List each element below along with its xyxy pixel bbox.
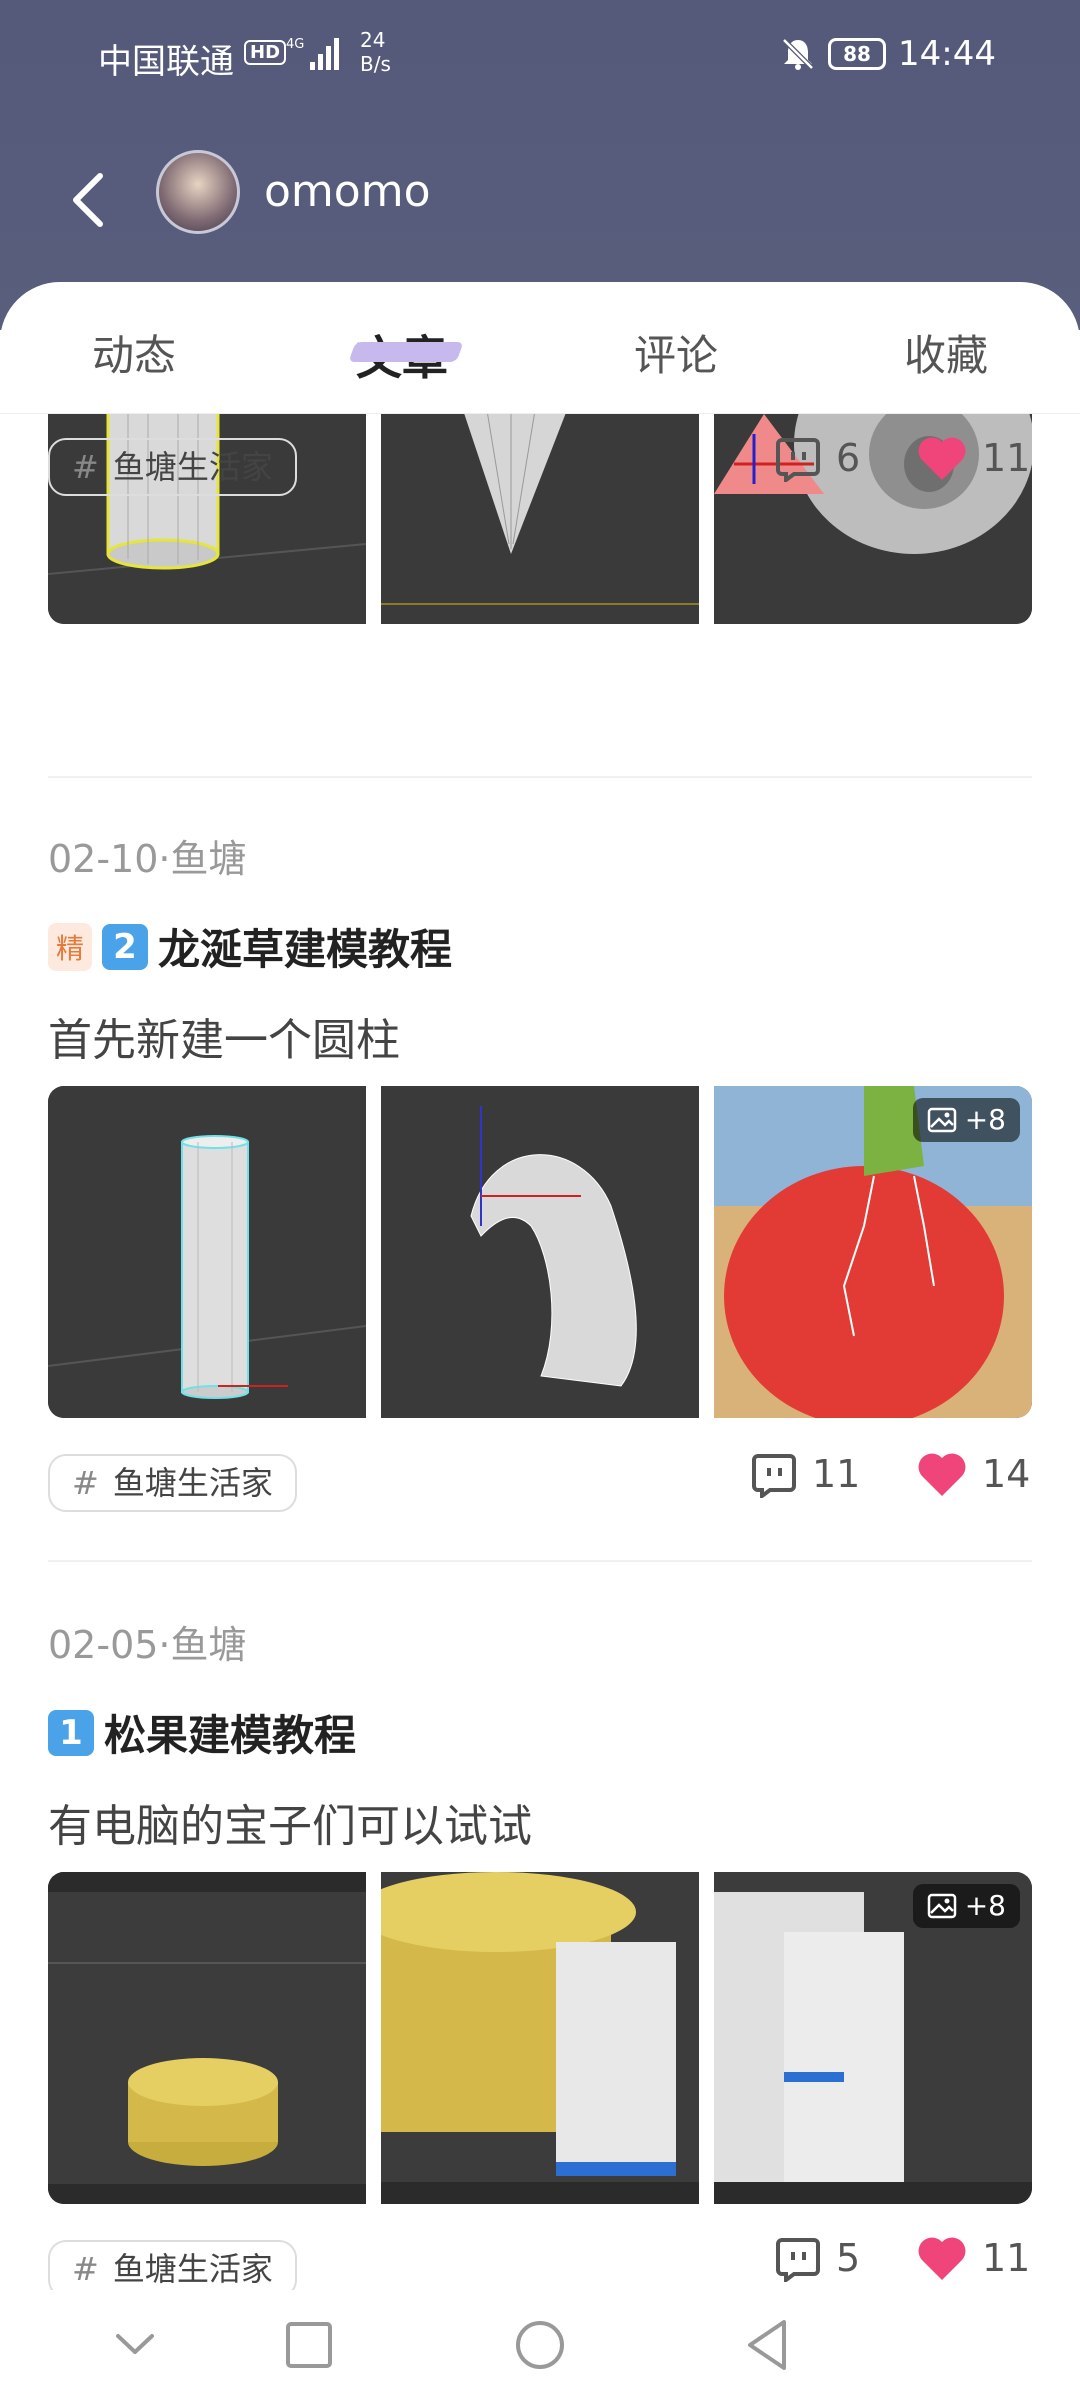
hd-badge: HD xyxy=(244,40,287,65)
comment-icon xyxy=(776,438,820,482)
post-title-text: 龙涎草建模教程 xyxy=(158,925,453,974)
post-meta: 02-05·鱼塘 xyxy=(48,1614,247,1669)
featured-badge: 精 xyxy=(48,922,93,971)
clock: 14:44 xyxy=(898,34,996,74)
article-feed: # 鱼塘生活家 6 11 02-10·鱼塘 精 2 龙涎草建模教程 首先新建一个圆… xyxy=(0,414,1080,2290)
hash-icon: # xyxy=(72,448,99,486)
post-title[interactable]: 1 松果建模教程 xyxy=(48,1702,356,1763)
image-icon xyxy=(927,1107,956,1133)
heart-icon xyxy=(918,2237,966,2280)
post-excerpt[interactable]: 首先新建一个圆柱 xyxy=(48,1004,400,1068)
more-images-badge: +8 xyxy=(912,1098,1020,1142)
speed-unit: B/s xyxy=(360,52,391,76)
meta-separator: · xyxy=(158,837,171,881)
post-image[interactable]: +8 xyxy=(714,1872,1032,2204)
comment-count-value: 11 xyxy=(812,1452,861,1496)
post-title[interactable]: 精 2 龙涎草建模教程 xyxy=(48,916,452,977)
topic-tag[interactable]: # 鱼塘生活家 xyxy=(48,438,297,496)
tab-favorites[interactable]: 收藏 xyxy=(904,322,988,383)
home-icon[interactable] xyxy=(505,2310,575,2380)
post-image[interactable] xyxy=(381,1086,699,1418)
comment-count[interactable]: 5 xyxy=(774,2234,860,2282)
tag-label: 鱼塘生活家 xyxy=(112,1464,273,1502)
status-bar: 中国联通 HD 4G 24 B/s 88 14:44 xyxy=(0,0,1080,110)
chevron-down-icon[interactable] xyxy=(100,2310,170,2380)
comment-count-value: 5 xyxy=(836,2236,861,2280)
tag-label: 鱼塘生活家 xyxy=(112,448,273,486)
post-title-text: 松果建模教程 xyxy=(104,1711,357,1760)
topic-tag[interactable]: # 鱼塘生活家 xyxy=(48,1454,297,1512)
tab-bar: 动态 文章 评论 收藏 xyxy=(0,282,1080,414)
recent-apps-icon[interactable] xyxy=(274,2310,344,2380)
more-images-badge: +8 xyxy=(912,1884,1020,1928)
number-emoji: 2 xyxy=(102,923,149,970)
like-count-value: 14 xyxy=(982,1452,1031,1496)
battery-indicator: 88 xyxy=(828,38,886,70)
post-images[interactable]: +8 xyxy=(48,1086,1032,1418)
mute-bell-icon xyxy=(782,38,814,70)
post-image[interactable] xyxy=(381,414,699,624)
post-divider xyxy=(48,776,1032,778)
signal-icon: 4G xyxy=(286,37,339,70)
post-meta: 02-10·鱼塘 xyxy=(48,828,247,883)
number-emoji: 1 xyxy=(48,1709,94,1756)
tab-dynamics[interactable]: 动态 xyxy=(92,322,176,383)
comment-icon xyxy=(752,1454,796,1498)
back-icon[interactable] xyxy=(734,2310,804,2380)
heart-icon xyxy=(918,1453,966,1496)
post-images[interactable]: +8 xyxy=(48,1872,1032,2204)
network-label: 4G xyxy=(286,37,304,52)
topic-tag[interactable]: # 鱼塘生活家 xyxy=(48,2240,297,2290)
comment-count[interactable]: 6 xyxy=(774,434,860,482)
system-nav-bar xyxy=(0,2290,1080,2400)
profile-nav: omomo xyxy=(0,150,1080,250)
like-count-value: 11 xyxy=(982,436,1031,480)
active-tab-indicator xyxy=(348,342,464,362)
post-image[interactable] xyxy=(381,1872,699,2204)
comment-icon xyxy=(776,2238,820,2282)
post-image[interactable] xyxy=(48,1086,366,1418)
back-arrow-icon[interactable] xyxy=(62,168,118,232)
like-count[interactable]: 14 xyxy=(916,1450,1030,1498)
hash-icon: # xyxy=(72,2250,99,2288)
comment-count-value: 6 xyxy=(836,436,861,480)
more-images-count: +8 xyxy=(964,1103,1006,1136)
network-speed: 24 B/s xyxy=(360,28,391,76)
carrier-label: 中国联通 xyxy=(98,42,234,82)
post-divider xyxy=(48,1560,1032,1562)
tag-label: 鱼塘生活家 xyxy=(112,2250,273,2288)
post-category: 鱼塘 xyxy=(170,1623,247,1667)
hash-icon: # xyxy=(72,1464,99,1502)
post-image[interactable]: +8 xyxy=(714,1086,1032,1418)
tab-comments[interactable]: 评论 xyxy=(634,322,718,383)
post-image[interactable] xyxy=(48,1872,366,2204)
avatar[interactable] xyxy=(156,150,240,234)
like-count[interactable]: 11 xyxy=(916,434,1030,482)
like-count-value: 11 xyxy=(982,2236,1031,2280)
image-icon xyxy=(927,1893,956,1919)
post-date: 02-10 xyxy=(48,837,159,881)
comment-count[interactable]: 11 xyxy=(750,1450,860,1498)
like-count[interactable]: 11 xyxy=(916,2234,1030,2282)
post-category: 鱼塘 xyxy=(170,837,247,881)
more-images-count: +8 xyxy=(964,1889,1006,1922)
username[interactable]: omomo xyxy=(264,166,430,217)
post-date: 02-05 xyxy=(48,1623,159,1667)
heart-icon xyxy=(918,437,966,480)
speed-value: 24 xyxy=(360,28,386,52)
post-excerpt[interactable]: 有电脑的宝子们可以试试 xyxy=(48,1790,532,1854)
meta-separator: · xyxy=(158,1623,171,1667)
